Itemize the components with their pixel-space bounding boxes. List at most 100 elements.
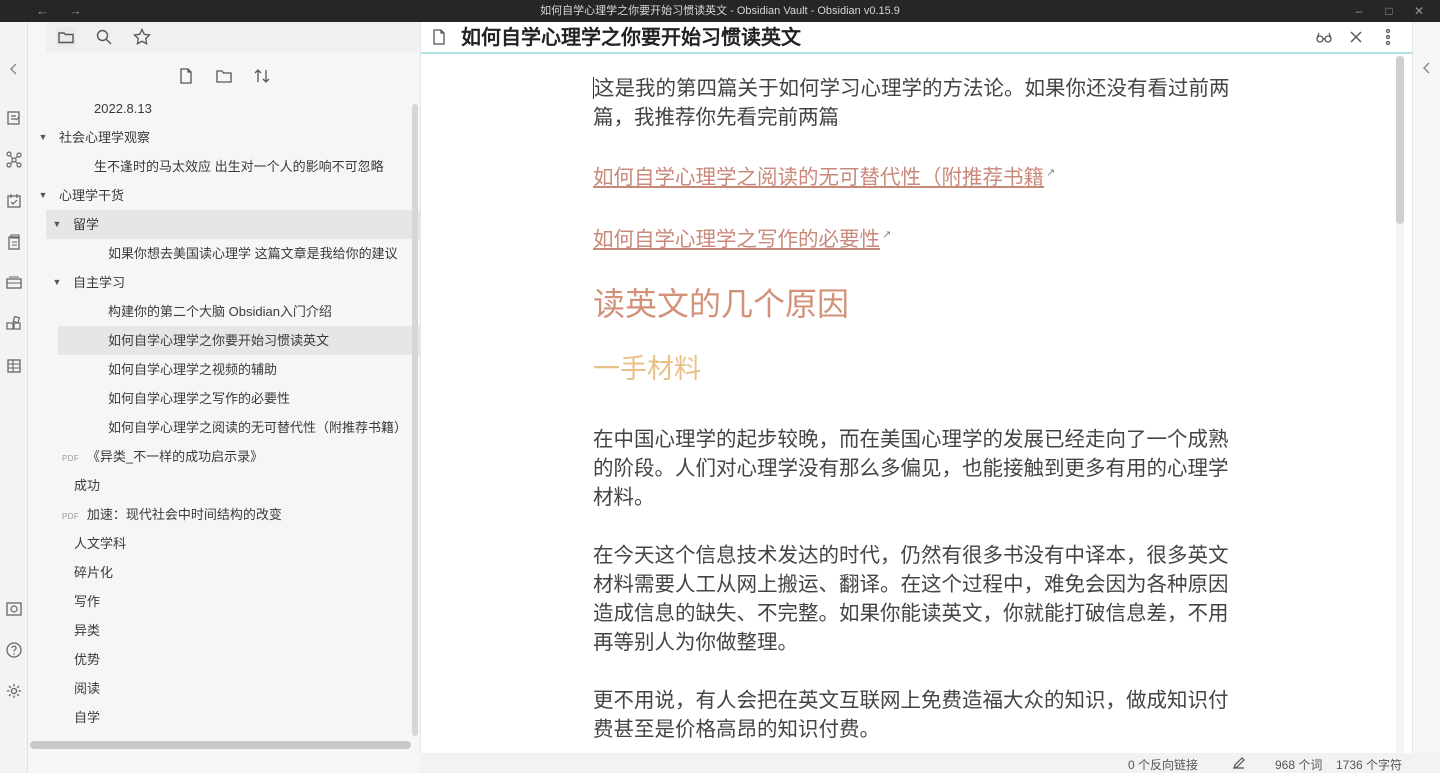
edit-mode-pencil-icon[interactable]	[1232, 756, 1246, 770]
status-bar: 0 个反向链接 968 个词 1736 个字符	[420, 753, 1440, 773]
open-quick-switcher-icon[interactable]	[5, 109, 23, 127]
tree-item-label: 社会心理学观察	[59, 130, 151, 145]
tree-file[interactable]: 人文学科	[28, 529, 420, 558]
editor-pane: 如何自学心理学之你要开始习惯读英文 这是我的第四篇关于如何学习心理学的方法论。如…	[420, 22, 1413, 753]
link-line-2: 如何自学心理学之写作的必要性 ↗	[593, 221, 1243, 256]
tree-item-label: 如何自学心理学之阅读的无可替代性（附推荐书籍）	[108, 420, 408, 435]
note-content[interactable]: 这是我的第四篇关于如何学习心理学的方法论。如果你还没有看过前两篇，我推荐你先看完…	[593, 74, 1243, 773]
tree-folder[interactable]: ▼ 心理学干货	[28, 181, 420, 210]
tree-file[interactable]: 如何自学心理学之阅读的无可替代性（附推荐书籍）	[28, 413, 420, 442]
close-tab-icon[interactable]	[1347, 28, 1365, 46]
pdf-badge: PDF	[62, 454, 79, 463]
tree-item-label: 留学	[73, 217, 100, 232]
sidebar-horizontal-scrollbar[interactable]	[30, 741, 411, 749]
table-icon[interactable]	[5, 357, 23, 375]
expand-right-sidebar-icon[interactable]	[1419, 60, 1435, 76]
external-link-icon: ↗	[882, 229, 892, 241]
tree-item-label: 写作	[74, 594, 101, 609]
tree-folder[interactable]: ▼ 自主学习	[28, 268, 420, 297]
collapse-sidebar-icon[interactable]	[5, 60, 23, 78]
tree-file[interactable]: 优势	[28, 645, 420, 674]
tree-item-label: 《异类_不一样的成功启示录》	[86, 449, 264, 464]
editor-scrollbar[interactable]	[1396, 56, 1404, 753]
sidebar-tabs	[46, 22, 420, 52]
tree-file[interactable]: 如何自学心理学之写作的必要性	[28, 384, 420, 413]
starred-tab-star-icon[interactable]	[132, 27, 152, 47]
tree-file[interactable]: 写作	[28, 587, 420, 616]
external-link-writing[interactable]: 如何自学心理学之写作的必要性	[593, 228, 880, 251]
window-title: 如何自学心理学之你要开始习惯读英文 - Obsidian Vault - Obs…	[540, 5, 900, 17]
tree-item-label: 心理学干货	[59, 188, 125, 203]
word-count: 968 个词	[1275, 758, 1323, 772]
file-explorer-tab-folder-icon[interactable]	[56, 27, 76, 47]
tree-item-label: 如果你想去美国读心理学 这篇文章是我给你的建议	[108, 246, 398, 261]
tree-item-label: 2022.8.13	[94, 101, 152, 116]
tree-item-label: 加速：现代社会中时间结构的改变	[86, 507, 282, 522]
tree-file[interactable]: 异类	[28, 616, 420, 645]
collapse-arrow-icon[interactable]: ▼	[38, 123, 48, 152]
tree-item-label: 阅读	[74, 681, 101, 696]
sidebar-vertical-scrollbar[interactable]	[412, 104, 418, 736]
graph-view-icon[interactable]	[5, 150, 23, 168]
view-actions	[1315, 28, 1397, 46]
external-link-reading[interactable]: 如何自学心理学之阅读的无可替代性（附推荐书籍	[593, 166, 1044, 189]
more-options-icon[interactable]	[1379, 28, 1397, 46]
editor-scrollbar-thumb[interactable]	[1396, 56, 1404, 224]
pdf-badge: PDF	[62, 512, 79, 521]
char-count: 1736 个字符	[1336, 758, 1403, 772]
maximize-button[interactable]: □	[1374, 2, 1404, 20]
sort-order-icon[interactable]	[252, 66, 272, 86]
collapse-arrow-icon[interactable]: ▼	[52, 210, 62, 239]
search-tab-search-icon[interactable]	[94, 27, 114, 47]
sidebar-footer	[28, 753, 420, 773]
help-icon[interactable]	[5, 641, 23, 659]
tree-file[interactable]: 如何自学心理学之你要开始习惯读英文	[58, 326, 420, 355]
backlinks-count[interactable]: 0 个反向链接	[1128, 756, 1198, 773]
tree-file[interactable]: 如何自学心理学之视频的辅助	[28, 355, 420, 384]
settings-gear-icon[interactable]	[5, 682, 23, 700]
paragraph-3: 更不用说，有人会把在英文互联网上免费造福大众的知识，做成知识付费甚至是价格高昂的…	[593, 689, 1229, 741]
heading-primary-material: 一手材料	[593, 354, 701, 384]
tree-item-label: 构建你的第二个大脑 Obsidian入门介绍	[108, 304, 332, 319]
tree-item-label: 自学	[74, 710, 101, 725]
close-window-button[interactable]: ✕	[1404, 2, 1434, 20]
file-explorer-actions	[176, 66, 272, 86]
title-bar: ← → 如何自学心理学之你要开始习惯读英文 - Obsidian Vault -…	[0, 0, 1440, 22]
intro-paragraph[interactable]: 这是我的第四篇关于如何学习心理学的方法论。如果你还没有看过前两篇，我推荐你先看完…	[593, 74, 1243, 132]
window-controls: – □ ✕	[1344, 2, 1434, 20]
collapse-arrow-icon[interactable]: ▼	[38, 181, 48, 210]
paragraph-1: 在中国心理学的起步较晚，而在美国心理学的发展已经走向了一个成熟的阶段。人们对心理…	[593, 428, 1229, 509]
tree-folder[interactable]: ▼ 留学	[46, 210, 420, 239]
tree-folder[interactable]: ▼ 社会心理学观察	[28, 123, 420, 152]
document-icon	[431, 28, 447, 46]
new-note-icon[interactable]	[176, 66, 196, 86]
tree-file[interactable]: PDF 加速：现代社会中时间结构的改变	[28, 500, 420, 529]
tree-item-label: 如何自学心理学之你要开始习惯读英文	[108, 333, 330, 348]
note-title[interactable]: 如何自学心理学之你要开始习惯读英文	[461, 25, 801, 51]
tree-item-label: 如何自学心理学之视频的辅助	[108, 362, 278, 377]
open-vault-icon[interactable]	[5, 600, 23, 618]
tree-file[interactable]: PDF 《异类_不一样的成功启示录》	[28, 442, 420, 471]
tree-file[interactable]: 阅读	[28, 674, 420, 703]
tree-file[interactable]: 构建你的第二个大脑 Obsidian入门介绍	[28, 297, 420, 326]
daily-note-icon[interactable]	[5, 192, 23, 210]
left-ribbon	[0, 22, 28, 773]
minimize-button[interactable]: –	[1344, 2, 1374, 20]
tree-item-label: 如何自学心理学之写作的必要性	[108, 391, 291, 406]
tree-file[interactable]: 生不逢时的马太效应 出生对一个人的影响不可忽略	[28, 152, 420, 181]
reading-mode-glasses-icon[interactable]	[1315, 28, 1333, 46]
link-line-1: 如何自学心理学之阅读的无可替代性（附推荐书籍 ↗	[593, 159, 1243, 194]
templates-icon[interactable]	[5, 233, 23, 251]
collapse-arrow-icon[interactable]: ▼	[52, 268, 62, 297]
tree-file[interactable]: 2022.8.13	[28, 94, 420, 123]
tree-file[interactable]: 如果你想去美国读心理学 这篇文章是我给你的建议	[28, 239, 420, 268]
tree-file[interactable]: 成功	[28, 471, 420, 500]
tree-file[interactable]: 碎片化	[28, 558, 420, 587]
new-folder-icon[interactable]	[214, 66, 234, 86]
tree-item-label: 异类	[74, 623, 101, 638]
plugins-icon[interactable]	[5, 315, 23, 333]
heading-reasons: 读英文的几个原因	[593, 286, 850, 322]
tree-file[interactable]: 自学	[28, 703, 420, 732]
file-tree: 2022.8.13 ▼ 社会心理学观察生不逢时的马太效应 出生对一个人的影响不可忽略…	[28, 94, 420, 732]
slides-icon[interactable]	[5, 274, 23, 292]
